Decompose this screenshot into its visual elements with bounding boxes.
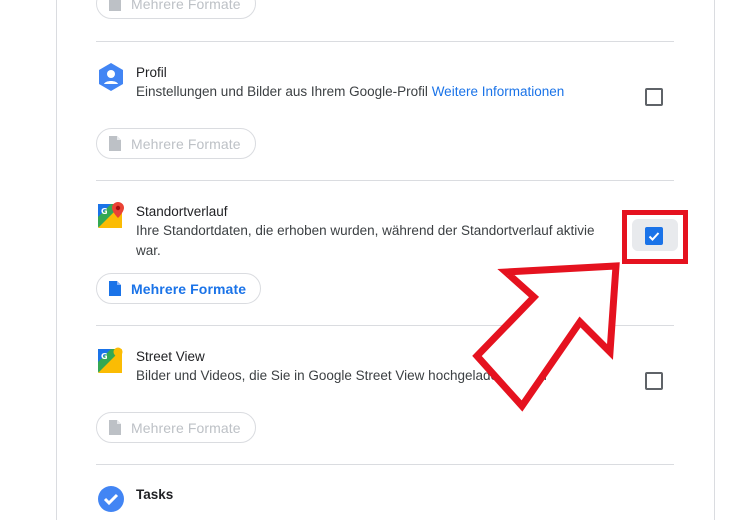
more-info-link[interactable]: Weitere Informationen (432, 84, 565, 99)
google-maps-icon: G (97, 200, 125, 230)
item-description-streetview: Bilder und Videos, die Sie in Google Str… (136, 368, 547, 383)
item-title-standortverlauf: Standortverlauf (136, 204, 228, 219)
checkbox-streetview[interactable] (645, 372, 663, 390)
divider (96, 325, 674, 326)
format-button-streetview[interactable]: Mehrere Formate (96, 412, 256, 443)
document-icon (109, 0, 121, 11)
description-line-2: war. (136, 243, 161, 258)
format-button-label: Mehrere Formate (131, 280, 247, 297)
profile-hexagon-icon (97, 62, 125, 92)
item-title-streetview: Street View (136, 349, 205, 364)
divider (96, 180, 674, 181)
tasks-check-icon (97, 484, 125, 514)
street-view-icon: G (97, 345, 125, 375)
checkbox-profil[interactable] (645, 88, 663, 106)
divider (96, 464, 674, 465)
format-button-label: Mehrere Formate (131, 135, 241, 152)
item-description-standortverlauf: Ihre Standortdaten, die erhoben wurden, … (136, 221, 595, 261)
format-button-label: Mehrere Formate (131, 0, 241, 12)
description-text: Einstellungen und Bilder aus Ihrem Googl… (136, 84, 428, 99)
item-title-profil: Profil (136, 65, 167, 80)
item-description-profil: Einstellungen und Bilder aus Ihrem Googl… (136, 82, 564, 102)
format-button-profil[interactable]: Mehrere Formate (96, 128, 256, 159)
format-button-prev[interactable]: Mehrere Formate (96, 0, 256, 19)
description-line-1: Ihre Standortdaten, die erhoben wurden, … (136, 223, 595, 238)
highlight-box (622, 210, 688, 264)
document-icon (109, 420, 121, 435)
svg-text:G: G (101, 207, 108, 216)
format-button-standortverlauf[interactable]: Mehrere Formate (96, 273, 262, 304)
divider (96, 41, 674, 42)
document-icon (109, 281, 121, 296)
document-icon (109, 136, 121, 151)
svg-text:G: G (101, 352, 108, 361)
format-button-label: Mehrere Formate (131, 419, 241, 436)
